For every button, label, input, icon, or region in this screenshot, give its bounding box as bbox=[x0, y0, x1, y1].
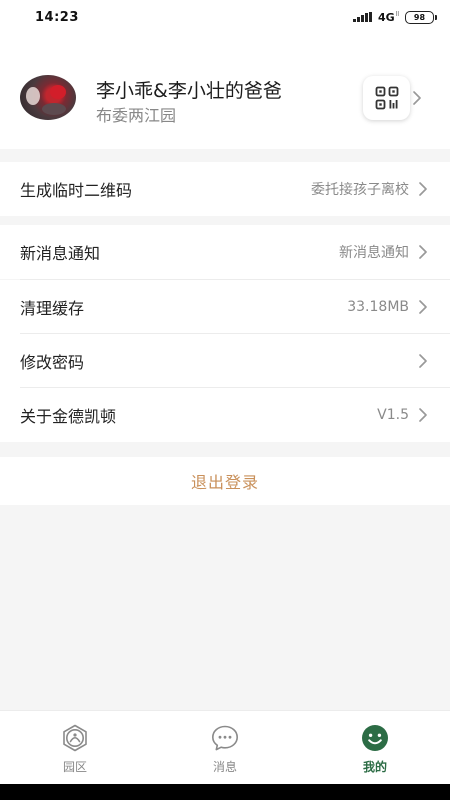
chevron-right-icon bbox=[419, 300, 427, 314]
menu-item-label: 清理缓存 bbox=[20, 299, 85, 318]
logout-button[interactable]: 退出登录 bbox=[0, 457, 450, 505]
menu-item-value: 委托接孩子离校 bbox=[311, 182, 409, 198]
tab-campus[interactable]: 园区 bbox=[0, 711, 150, 784]
chevron-right-icon bbox=[419, 408, 427, 422]
menu-item-label: 关于金德凯顿 bbox=[20, 407, 117, 426]
network-indicator: 4Gll bbox=[378, 11, 399, 24]
tab-label: 我的 bbox=[362, 760, 387, 774]
menu-item-label: 新消息通知 bbox=[20, 244, 101, 263]
menu-item-about[interactable]: 关于金德凯顿 V1.5 bbox=[0, 388, 450, 442]
tab-label: 园区 bbox=[62, 760, 87, 774]
chevron-right-icon bbox=[419, 182, 427, 196]
status-time: 14:23 bbox=[35, 9, 79, 25]
profile-name: 李小乖&李小壮的爸爸 bbox=[96, 80, 282, 102]
tab-profile[interactable]: 我的 bbox=[300, 711, 450, 784]
qr-code-button[interactable] bbox=[363, 76, 410, 120]
menu-item-qr-code[interactable]: 生成临时二维码 委托接孩子离校 bbox=[0, 162, 450, 216]
menu-item-value: 33.18MB bbox=[347, 299, 409, 315]
signal-icon bbox=[353, 12, 372, 22]
campus-icon bbox=[63, 724, 87, 752]
profile-school: 布委两江园 bbox=[96, 106, 177, 125]
chevron-right-icon bbox=[419, 354, 427, 368]
battery-icon: 98 bbox=[405, 10, 437, 24]
chevron-right-icon bbox=[413, 91, 421, 105]
menu-item-value: 新消息通知 bbox=[339, 245, 409, 261]
profile-icon bbox=[362, 725, 388, 751]
logout-label: 退出登录 bbox=[190, 473, 259, 492]
qr-code-icon bbox=[375, 86, 398, 110]
screen: 14:23 4Gll 98 李小乖&李小壮的爸爸 布委两江园 生成临时二维码 委… bbox=[0, 0, 450, 800]
menu-item-label: 生成临时二维码 bbox=[20, 181, 133, 200]
bottom-tab-bar: 园区 消息 我的 bbox=[0, 710, 450, 784]
tab-label: 消息 bbox=[212, 760, 237, 774]
system-nav-bar bbox=[0, 784, 450, 800]
avatar[interactable] bbox=[20, 75, 76, 120]
menu-item-change-password[interactable]: 修改密码 bbox=[0, 334, 450, 388]
network-type: 4G bbox=[377, 10, 395, 24]
status-bar: 14:23 4Gll 98 bbox=[0, 0, 450, 34]
menu-item-label: 修改密码 bbox=[20, 353, 85, 372]
menu-item-value: V1.5 bbox=[377, 407, 409, 423]
menu-item-clear-cache[interactable]: 清理缓存 33.18MB bbox=[0, 280, 450, 334]
message-icon bbox=[212, 725, 238, 751]
status-indicators: 4Gll 98 bbox=[353, 10, 437, 24]
tab-messages[interactable]: 消息 bbox=[150, 711, 300, 784]
battery-level: 98 bbox=[413, 12, 426, 22]
chevron-right-icon bbox=[419, 245, 427, 259]
menu-item-notifications[interactable]: 新消息通知 新消息通知 bbox=[0, 225, 450, 279]
network-sub: ll bbox=[395, 10, 399, 18]
profile-header[interactable]: 李小乖&李小壮的爸爸 布委两江园 bbox=[0, 34, 450, 149]
